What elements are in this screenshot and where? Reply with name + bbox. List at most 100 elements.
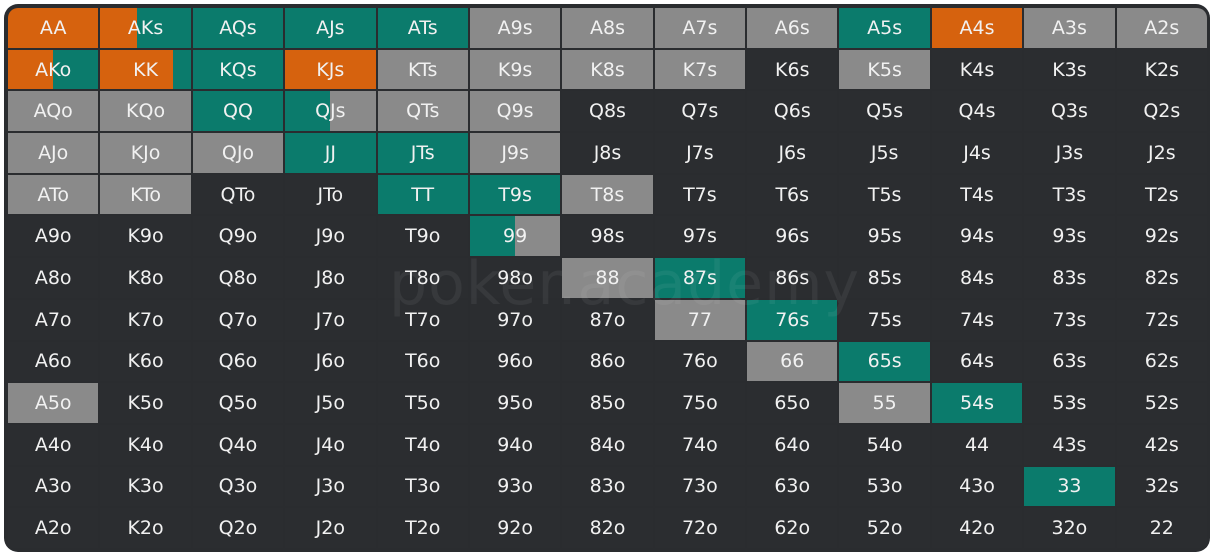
hand-cell-73s[interactable]: 73s [1024, 299, 1115, 340]
hand-cell-j6o[interactable]: J6o [285, 341, 376, 382]
hand-cell-k6s[interactable]: K6s [747, 49, 838, 90]
hand-cell-66[interactable]: 66 [747, 341, 838, 382]
hand-cell-q5o[interactable]: Q5o [192, 383, 284, 423]
hand-cell-44[interactable]: 44 [931, 424, 1023, 465]
hand-cell-t2s[interactable]: T2s [1116, 174, 1207, 215]
hand-cell-k4o[interactable]: K4o [100, 424, 191, 465]
hand-cell-ato[interactable]: ATo [8, 174, 99, 215]
hand-cell-t6s[interactable]: T6s [747, 174, 838, 215]
hand-cell-j4o[interactable]: J4o [285, 424, 376, 465]
hand-cell-86o[interactable]: 86o [562, 341, 653, 382]
hand-cell-k3o[interactable]: K3o [100, 466, 191, 507]
hand-cell-83o[interactable]: 83o [562, 466, 653, 507]
hand-cell-97o[interactable]: 97o [469, 299, 561, 340]
hand-cell-kqs[interactable]: KQs [192, 49, 284, 90]
hand-cell-43s[interactable]: 43s [1024, 424, 1115, 465]
hand-cell-t3o[interactable]: T3o [377, 466, 468, 507]
hand-cell-42s[interactable]: 42s [1116, 424, 1207, 465]
hand-cell-82s[interactable]: 82s [1116, 258, 1207, 298]
hand-cell-76o[interactable]: 76o [654, 341, 746, 382]
hand-cell-86s[interactable]: 86s [747, 258, 838, 298]
hand-cell-74s[interactable]: 74s [931, 299, 1023, 340]
hand-cell-a4o[interactable]: A4o [8, 424, 99, 465]
hand-cell-52s[interactable]: 52s [1116, 383, 1207, 423]
hand-cell-q2o[interactable]: Q2o [192, 508, 284, 548]
hand-cell-j5s[interactable]: J5s [839, 133, 930, 173]
hand-cell-q8o[interactable]: Q8o [192, 258, 284, 298]
hand-cell-qjo[interactable]: QJo [192, 133, 284, 173]
hand-cell-k4s[interactable]: K4s [931, 49, 1023, 90]
hand-cell-q7o[interactable]: Q7o [192, 299, 284, 340]
hand-cell-q8s[interactable]: Q8s [562, 91, 653, 132]
hand-cell-j7s[interactable]: J7s [654, 133, 746, 173]
hand-cell-k6o[interactable]: K6o [100, 341, 191, 382]
hand-cell-j3o[interactable]: J3o [285, 466, 376, 507]
hand-cell-a8s[interactable]: A8s [562, 8, 653, 48]
hand-cell-87s[interactable]: 87s [654, 258, 746, 298]
hand-cell-a3o[interactable]: A3o [8, 466, 99, 507]
hand-cell-74o[interactable]: 74o [654, 424, 746, 465]
hand-cell-tt[interactable]: TT [377, 174, 468, 215]
hand-cell-a3s[interactable]: A3s [1024, 8, 1115, 48]
hand-cell-93s[interactable]: 93s [1024, 216, 1115, 257]
hand-cell-aks[interactable]: AKs [100, 8, 191, 48]
hand-cell-kjo[interactable]: KJo [100, 133, 191, 173]
hand-cell-k3s[interactable]: K3s [1024, 49, 1115, 90]
hand-cell-j9s[interactable]: J9s [469, 133, 561, 173]
hand-cell-jto[interactable]: JTo [285, 174, 376, 215]
hand-cell-72s[interactable]: 72s [1116, 299, 1207, 340]
hand-cell-63s[interactable]: 63s [1024, 341, 1115, 382]
hand-cell-q9o[interactable]: Q9o [192, 216, 284, 257]
hand-cell-a9o[interactable]: A9o [8, 216, 99, 257]
hand-cell-t6o[interactable]: T6o [377, 341, 468, 382]
hand-cell-t7o[interactable]: T7o [377, 299, 468, 340]
hand-cell-76s[interactable]: 76s [747, 299, 838, 340]
hand-cell-63o[interactable]: 63o [747, 466, 838, 507]
hand-cell-t5s[interactable]: T5s [839, 174, 930, 215]
hand-cell-75o[interactable]: 75o [654, 383, 746, 423]
hand-cell-53s[interactable]: 53s [1024, 383, 1115, 423]
hand-cell-43o[interactable]: 43o [931, 466, 1023, 507]
hand-cell-j7o[interactable]: J7o [285, 299, 376, 340]
hand-cell-qjs[interactable]: QJs [285, 91, 376, 132]
hand-cell-q2s[interactable]: Q2s [1116, 91, 1207, 132]
hand-cell-j2s[interactable]: J2s [1116, 133, 1207, 173]
hand-cell-j5o[interactable]: J5o [285, 383, 376, 423]
hand-cell-kk[interactable]: KK [100, 49, 191, 90]
hand-cell-kqo[interactable]: KQo [100, 91, 191, 132]
hand-cell-22[interactable]: 22 [1116, 508, 1207, 548]
hand-cell-97s[interactable]: 97s [654, 216, 746, 257]
hand-cell-kts[interactable]: KTs [377, 49, 468, 90]
hand-cell-k7s[interactable]: K7s [654, 49, 746, 90]
hand-cell-a6s[interactable]: A6s [747, 8, 838, 48]
hand-cell-t3s[interactable]: T3s [1024, 174, 1115, 215]
hand-cell-k5o[interactable]: K5o [100, 383, 191, 423]
hand-cell-q3o[interactable]: Q3o [192, 466, 284, 507]
hand-cell-t8o[interactable]: T8o [377, 258, 468, 298]
hand-cell-96s[interactable]: 96s [747, 216, 838, 257]
hand-cell-qts[interactable]: QTs [377, 91, 468, 132]
hand-cell-q9s[interactable]: Q9s [469, 91, 561, 132]
hand-cell-88[interactable]: 88 [562, 258, 653, 298]
hand-cell-42o[interactable]: 42o [931, 508, 1023, 548]
hand-cell-83s[interactable]: 83s [1024, 258, 1115, 298]
hand-cell-98o[interactable]: 98o [469, 258, 561, 298]
hand-cell-84s[interactable]: 84s [931, 258, 1023, 298]
hand-cell-q3s[interactable]: Q3s [1024, 91, 1115, 132]
hand-cell-j8s[interactable]: J8s [562, 133, 653, 173]
hand-cell-a2s[interactable]: A2s [1116, 8, 1207, 48]
hand-cell-ats[interactable]: ATs [377, 8, 468, 48]
hand-cell-j8o[interactable]: J8o [285, 258, 376, 298]
hand-cell-77[interactable]: 77 [654, 299, 746, 340]
hand-cell-84o[interactable]: 84o [562, 424, 653, 465]
hand-cell-85o[interactable]: 85o [562, 383, 653, 423]
hand-cell-96o[interactable]: 96o [469, 341, 561, 382]
hand-cell-j3s[interactable]: J3s [1024, 133, 1115, 173]
hand-cell-q7s[interactable]: Q7s [654, 91, 746, 132]
hand-cell-a5s[interactable]: A5s [839, 8, 930, 48]
hand-cell-54s[interactable]: 54s [931, 383, 1023, 423]
hand-cell-62s[interactable]: 62s [1116, 341, 1207, 382]
hand-cell-ajs[interactable]: AJs [285, 8, 376, 48]
hand-cell-aqo[interactable]: AQo [8, 91, 99, 132]
hand-cell-94s[interactable]: 94s [931, 216, 1023, 257]
